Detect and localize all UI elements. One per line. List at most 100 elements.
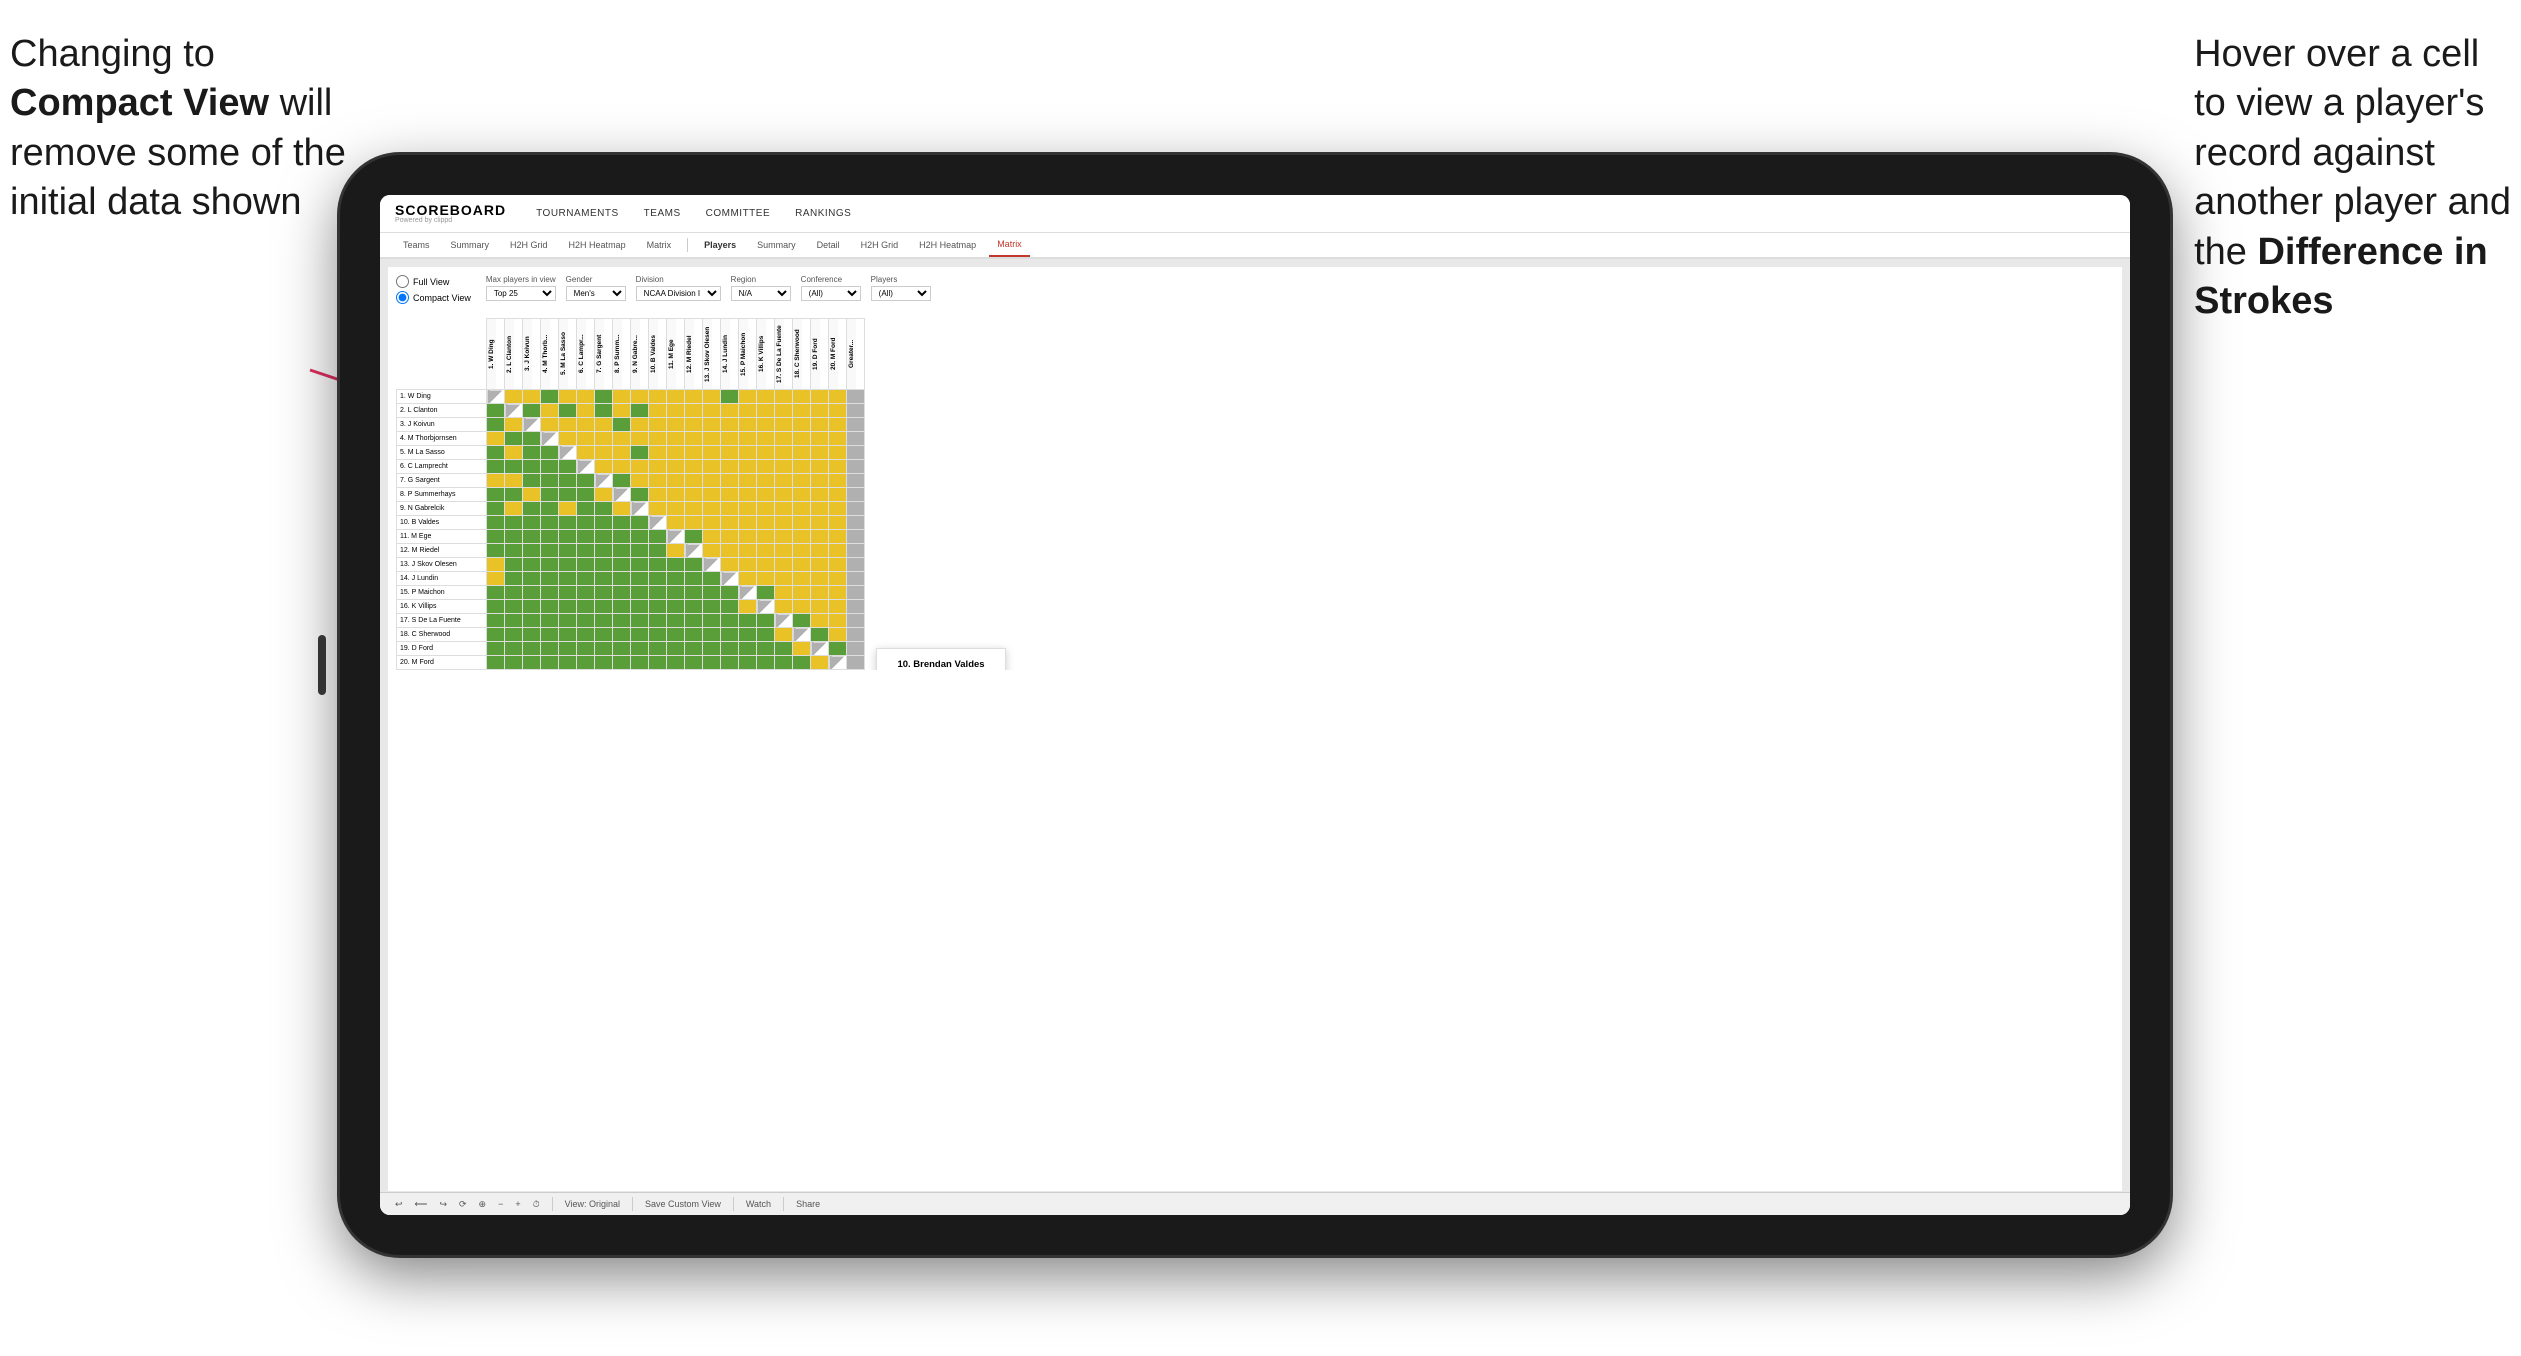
cell[interactable] <box>505 656 523 670</box>
cell[interactable] <box>631 432 649 446</box>
cell[interactable] <box>613 432 631 446</box>
cell[interactable] <box>667 530 685 544</box>
cell[interactable] <box>847 656 865 670</box>
cell[interactable] <box>595 432 613 446</box>
cell[interactable] <box>613 530 631 544</box>
cell[interactable] <box>703 488 721 502</box>
cell[interactable] <box>595 586 613 600</box>
cell[interactable] <box>721 502 739 516</box>
cell[interactable] <box>667 404 685 418</box>
undo-icon[interactable]: ↩ <box>395 1199 403 1210</box>
cell[interactable] <box>829 544 847 558</box>
cell[interactable] <box>775 432 793 446</box>
cell[interactable] <box>523 460 541 474</box>
cell[interactable] <box>487 642 505 656</box>
cell[interactable] <box>829 572 847 586</box>
cell[interactable] <box>487 586 505 600</box>
cell[interactable] <box>613 572 631 586</box>
tab-detail[interactable]: Detail <box>809 234 848 256</box>
cell[interactable] <box>559 418 577 432</box>
cell[interactable] <box>721 418 739 432</box>
cell[interactable] <box>595 446 613 460</box>
cell[interactable] <box>541 432 559 446</box>
cell[interactable] <box>811 572 829 586</box>
cell[interactable] <box>487 502 505 516</box>
nav-tournaments[interactable]: TOURNAMENTS <box>536 206 619 221</box>
cell[interactable] <box>487 474 505 488</box>
cell[interactable] <box>847 488 865 502</box>
cell[interactable] <box>631 572 649 586</box>
cell[interactable] <box>667 572 685 586</box>
cell[interactable] <box>631 558 649 572</box>
cell[interactable] <box>541 586 559 600</box>
cell[interactable] <box>505 502 523 516</box>
cell[interactable] <box>793 516 811 530</box>
cell[interactable] <box>721 460 739 474</box>
cell[interactable] <box>757 474 775 488</box>
cell[interactable] <box>559 586 577 600</box>
cell[interactable] <box>775 600 793 614</box>
cell[interactable] <box>559 446 577 460</box>
cell[interactable] <box>793 600 811 614</box>
cell[interactable] <box>793 628 811 642</box>
cell[interactable] <box>631 628 649 642</box>
cell[interactable] <box>523 656 541 670</box>
cell[interactable] <box>541 460 559 474</box>
cell[interactable] <box>847 572 865 586</box>
cell[interactable] <box>811 474 829 488</box>
cell[interactable] <box>613 600 631 614</box>
cell[interactable] <box>505 404 523 418</box>
cell[interactable] <box>721 432 739 446</box>
cell[interactable] <box>721 558 739 572</box>
cell[interactable] <box>631 614 649 628</box>
cell[interactable] <box>703 390 721 404</box>
cell[interactable] <box>631 586 649 600</box>
cell[interactable] <box>703 614 721 628</box>
cell[interactable] <box>595 614 613 628</box>
cell[interactable] <box>721 544 739 558</box>
cell[interactable] <box>811 446 829 460</box>
cell[interactable] <box>577 600 595 614</box>
cell[interactable] <box>667 656 685 670</box>
cell[interactable] <box>541 558 559 572</box>
cell[interactable] <box>505 586 523 600</box>
cell[interactable] <box>649 474 667 488</box>
cell[interactable] <box>541 614 559 628</box>
cell[interactable] <box>721 572 739 586</box>
cell[interactable] <box>649 600 667 614</box>
cell[interactable] <box>649 488 667 502</box>
cell[interactable] <box>829 586 847 600</box>
cell[interactable] <box>631 544 649 558</box>
cell[interactable] <box>631 474 649 488</box>
cell[interactable] <box>559 502 577 516</box>
cell[interactable] <box>847 586 865 600</box>
save-custom-btn[interactable]: Save Custom View <box>645 1199 721 1209</box>
cell[interactable] <box>829 600 847 614</box>
cell[interactable] <box>685 614 703 628</box>
cell[interactable] <box>775 544 793 558</box>
cell[interactable] <box>649 558 667 572</box>
cell[interactable] <box>523 572 541 586</box>
cell[interactable] <box>595 516 613 530</box>
cell[interactable] <box>775 656 793 670</box>
cell[interactable] <box>793 530 811 544</box>
cell[interactable] <box>703 642 721 656</box>
tab-summary2[interactable]: Summary <box>749 234 804 256</box>
cell[interactable] <box>811 530 829 544</box>
cell[interactable] <box>721 600 739 614</box>
cell[interactable] <box>487 600 505 614</box>
cell[interactable] <box>487 516 505 530</box>
cell[interactable] <box>775 614 793 628</box>
cell[interactable] <box>811 544 829 558</box>
tab-teams[interactable]: Teams <box>395 234 438 256</box>
cell[interactable] <box>577 516 595 530</box>
cell[interactable] <box>631 516 649 530</box>
cell[interactable] <box>811 600 829 614</box>
cell[interactable] <box>739 404 757 418</box>
cell[interactable] <box>685 460 703 474</box>
cell[interactable] <box>667 642 685 656</box>
zoom-icon[interactable]: ⊕ <box>479 1199 487 1210</box>
cell[interactable] <box>847 404 865 418</box>
cell[interactable] <box>559 404 577 418</box>
cell[interactable] <box>811 586 829 600</box>
